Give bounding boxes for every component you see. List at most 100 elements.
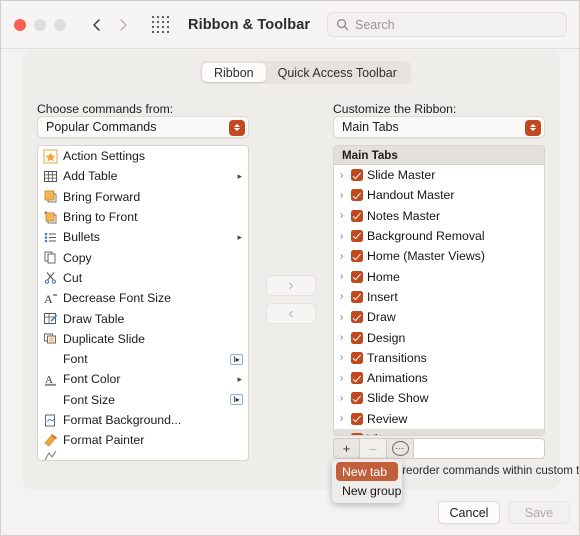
disclosure-chevron-icon[interactable]: › [340, 434, 351, 436]
tab-quick-access-toolbar[interactable]: Quick Access Toolbar [266, 63, 409, 82]
tab-checkbox[interactable] [351, 372, 363, 385]
list-item-partial[interactable] [38, 450, 248, 460]
disclosure-chevron-icon[interactable]: › [340, 210, 351, 221]
table-grid-icon [43, 169, 58, 184]
add-command-button[interactable]: › [266, 275, 316, 296]
tree-row-label: View [367, 432, 393, 435]
tree-row[interactable]: › Slide Master [334, 165, 544, 185]
menu-item-new-group[interactable]: New group [336, 481, 401, 500]
tree-row[interactable]: › Animations [334, 368, 544, 388]
add-tab-button[interactable]: + [333, 438, 360, 459]
tab-checkbox[interactable] [351, 433, 363, 435]
list-item[interactable]: Font Size I▸ [38, 390, 248, 410]
disclosure-chevron-icon[interactable]: › [340, 170, 351, 181]
choose-commands-from-select[interactable]: Popular Commands [37, 116, 249, 138]
list-item[interactable]: Bring to Front [38, 207, 248, 227]
list-item[interactable]: Bullets ▸ [38, 227, 248, 247]
forward-chevron-icon[interactable] [116, 18, 130, 32]
tab-checkbox[interactable] [351, 169, 363, 182]
tab-checkbox[interactable] [351, 189, 363, 202]
remove-tab-button[interactable]: – [360, 438, 387, 459]
search-field[interactable]: Search [327, 12, 567, 37]
list-item[interactable]: Format Background... [38, 410, 248, 430]
remove-command-button[interactable]: ‹ [266, 303, 316, 324]
rename-tab-input[interactable] [414, 438, 545, 459]
list-item-label: Copy [63, 250, 92, 265]
tree-row-label: Transitions [367, 350, 427, 365]
close-window-button[interactable] [14, 18, 26, 31]
tree-row[interactable]: › Draw [334, 307, 544, 327]
tab-checkbox[interactable] [351, 412, 363, 425]
list-item[interactable]: Action Settings [38, 146, 248, 166]
list-item[interactable]: Draw Table [38, 308, 248, 328]
disclosure-chevron-icon[interactable]: › [340, 393, 351, 404]
disclosure-chevron-icon[interactable]: › [340, 291, 351, 302]
commands-list[interactable]: Action Settings Add Table ▸ Bring Forwar… [37, 145, 249, 461]
maximize-window-button[interactable] [54, 18, 66, 31]
list-item[interactable]: Font I▸ [38, 349, 248, 369]
tab-checkbox[interactable] [351, 270, 363, 283]
all-preferences-grid-icon[interactable] [152, 15, 170, 34]
disclosure-chevron-icon[interactable]: › [340, 231, 351, 242]
tab-checkbox[interactable] [351, 351, 363, 364]
list-item[interactable]: A Font Color ▸ [38, 369, 248, 389]
ellipsis-circle-icon: ⋯ [391, 441, 409, 456]
tree-row[interactable]: › Review [334, 409, 544, 429]
list-item[interactable]: A Decrease Font Size [38, 288, 248, 308]
tree-row-label: Home (Master Views) [367, 249, 485, 264]
tree-row[interactable]: › Home [334, 266, 544, 286]
list-item[interactable]: Format Painter [38, 430, 248, 450]
tab-checkbox[interactable] [351, 392, 363, 405]
list-item[interactable]: Bring Forward [38, 187, 248, 207]
tab-checkbox[interactable] [351, 331, 363, 344]
menu-item-new-tab[interactable]: New tab [336, 462, 398, 481]
disclosure-chevron-icon[interactable]: › [340, 352, 351, 363]
search-icon [337, 19, 349, 31]
disclosure-chevron-icon[interactable]: › [340, 312, 351, 323]
back-chevron-icon[interactable] [90, 18, 104, 32]
tree-row[interactable]: › Design [334, 327, 544, 347]
tree-row[interactable]: › Slide Show [334, 388, 544, 408]
disclosure-chevron-icon[interactable]: › [340, 251, 351, 262]
tree-row[interactable]: › Background Removal [334, 226, 544, 246]
disclosure-chevron-icon[interactable]: › [340, 271, 351, 282]
list-item[interactable]: Copy [38, 247, 248, 267]
window-title: Ribbon & Toolbar [188, 16, 311, 33]
bring-forward-icon [43, 189, 58, 204]
tab-checkbox[interactable] [351, 230, 363, 243]
disclosure-chevron-icon[interactable]: › [340, 332, 351, 343]
tree-row-label: Slide Master [367, 168, 436, 183]
list-item[interactable]: Add Table ▸ [38, 166, 248, 186]
tab-ribbon[interactable]: Ribbon [202, 63, 266, 82]
cancel-button[interactable]: Cancel [438, 501, 500, 524]
disclosure-chevron-icon[interactable]: › [340, 413, 351, 424]
list-item-label: Bullets [63, 230, 100, 245]
svg-text:A: A [44, 292, 53, 306]
tree-row[interactable]: › Handout Master [334, 185, 544, 205]
tab-checkbox[interactable] [351, 311, 363, 324]
new-tab-popup-menu: New tab New group [332, 459, 402, 503]
ribbon-tabs-list[interactable]: Main Tabs › Slide Master › Handout Maste… [333, 145, 545, 436]
tab-checkbox[interactable] [351, 250, 363, 263]
tree-row[interactable]: › Transitions [334, 348, 544, 368]
list-item[interactable]: Duplicate Slide [38, 329, 248, 349]
choose-commands-label: Choose commands from: [37, 102, 174, 116]
list-item-label: Font [63, 352, 88, 367]
tree-row[interactable]: › Insert [334, 287, 544, 307]
tree-row[interactable]: › Notes Master [334, 206, 544, 226]
list-item[interactable]: Cut [38, 268, 248, 288]
save-button[interactable]: Save [508, 501, 570, 524]
customize-ribbon-select[interactable]: Main Tabs [333, 116, 545, 138]
segmented-tabs: Ribbon Quick Access Toolbar [200, 61, 411, 84]
bring-to-front-icon [43, 210, 58, 225]
tree-row-selected[interactable]: › View [334, 428, 544, 436]
list-item-label: Cut [63, 270, 83, 285]
tab-options-button[interactable]: ⋯ [387, 438, 414, 459]
disclosure-chevron-icon[interactable]: › [340, 190, 351, 201]
tab-checkbox[interactable] [351, 209, 363, 222]
format-background-icon [43, 413, 58, 428]
tab-checkbox[interactable] [351, 290, 363, 303]
disclosure-chevron-icon[interactable]: › [340, 373, 351, 384]
minimize-window-button[interactable] [34, 18, 46, 31]
tree-row[interactable]: › Home (Master Views) [334, 246, 544, 266]
